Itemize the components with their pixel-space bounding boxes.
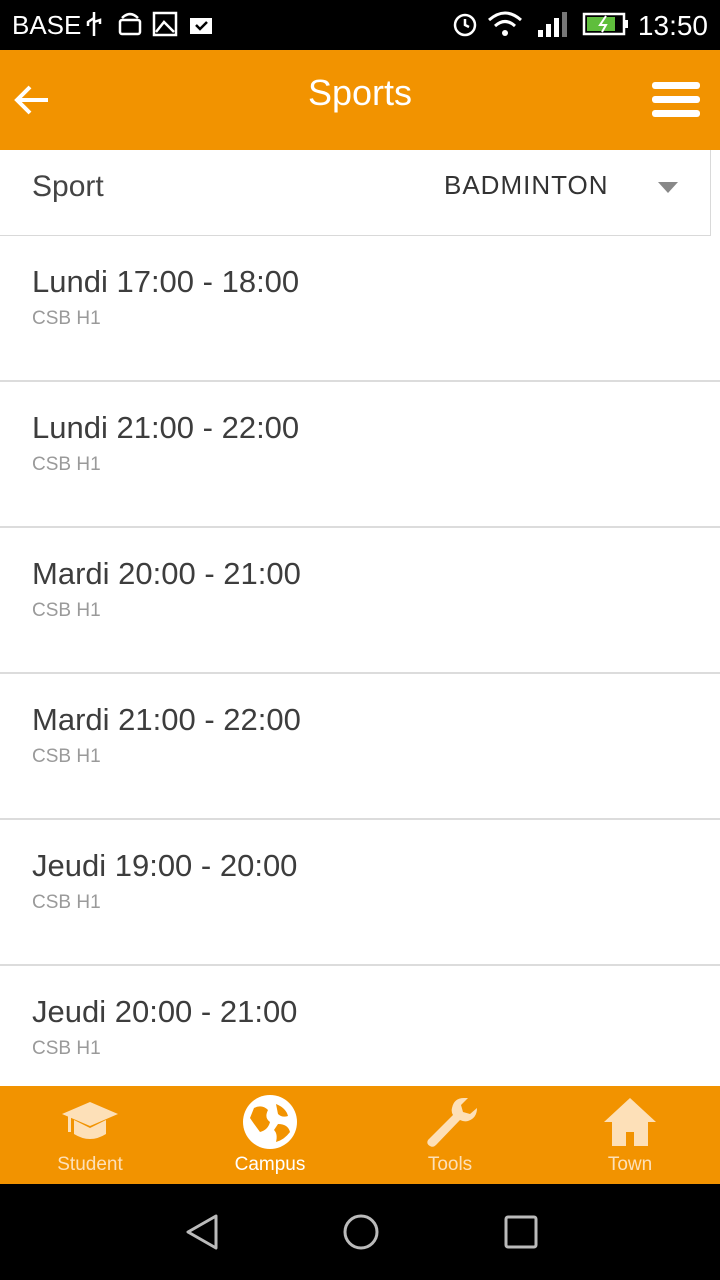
usb-icon xyxy=(86,12,102,36)
dropdown-caret-icon[interactable] xyxy=(658,182,678,194)
briefcase-check-icon xyxy=(190,18,212,34)
nav-label-tools: Tools xyxy=(427,1154,473,1175)
list-item[interactable]: Mardi 21:00 - 22:00 CSB H1 xyxy=(0,674,720,820)
app-bar: Sports xyxy=(0,50,720,150)
system-recents-icon[interactable] xyxy=(501,1212,541,1252)
nav-item-campus[interactable]: Campus xyxy=(180,1086,360,1184)
graduation-cap-icon xyxy=(62,1102,118,1139)
system-nav-bar xyxy=(0,1184,720,1280)
globe-icon xyxy=(243,1095,297,1149)
session-place: CSB H1 xyxy=(32,892,101,913)
bottom-nav: Student Campus Tools Town xyxy=(0,1086,720,1184)
image-icon xyxy=(152,11,178,37)
session-time: Lundi 17:00 - 18:00 xyxy=(32,264,300,299)
session-time: Jeudi 19:00 - 20:00 xyxy=(32,848,298,883)
home-icon xyxy=(604,1098,656,1146)
session-place: CSB H1 xyxy=(32,600,101,621)
signal-icon xyxy=(538,12,567,37)
alarm-icon xyxy=(453,13,477,37)
session-time: Mardi 20:00 - 21:00 xyxy=(32,556,301,591)
sport-dropdown-value[interactable]: BADMINTON xyxy=(444,170,609,201)
session-list: Lundi 17:00 - 18:00 CSB H1 Lundi 21:00 -… xyxy=(0,236,720,1112)
nav-item-student[interactable]: Student xyxy=(0,1086,180,1184)
battery-charging-icon xyxy=(582,12,628,36)
session-place: CSB H1 xyxy=(32,746,101,767)
hamburger-menu-icon[interactable] xyxy=(652,80,700,120)
list-item[interactable]: Lundi 17:00 - 18:00 CSB H1 xyxy=(0,236,720,382)
carrier-name: BASE xyxy=(12,10,82,40)
wifi-icon xyxy=(488,11,522,36)
session-place: CSB H1 xyxy=(32,1038,101,1059)
list-item[interactable]: Jeudi 19:00 - 20:00 CSB H1 xyxy=(0,820,720,966)
session-time: Jeudi 20:00 - 21:00 xyxy=(32,994,298,1029)
wrench-icon xyxy=(427,1098,477,1147)
sport-selector[interactable]: Sport BADMINTON xyxy=(0,150,711,236)
list-item[interactable]: Lundi 21:00 - 22:00 CSB H1 xyxy=(0,382,720,528)
session-place: CSB H1 xyxy=(32,454,101,475)
system-back-icon[interactable] xyxy=(182,1212,222,1252)
nav-item-tools[interactable]: Tools xyxy=(360,1086,540,1184)
nav-label-town: Town xyxy=(607,1154,653,1175)
nav-item-town[interactable]: Town xyxy=(540,1086,720,1184)
session-time: Lundi 21:00 - 22:00 xyxy=(32,410,300,445)
nav-label-student: Student xyxy=(57,1154,123,1175)
clock: 13:50 xyxy=(637,10,708,41)
system-home-icon[interactable] xyxy=(341,1212,381,1252)
nav-label-campus: Campus xyxy=(234,1154,306,1175)
status-bar: BASE 13:50 xyxy=(0,0,720,50)
session-time: Mardi 21:00 - 22:00 xyxy=(32,702,301,737)
page-title: Sports xyxy=(307,72,413,113)
android-debug-icon xyxy=(118,12,142,36)
list-item[interactable]: Mardi 20:00 - 21:00 CSB H1 xyxy=(0,528,720,674)
session-place: CSB H1 xyxy=(32,308,101,329)
sport-label: Sport xyxy=(32,170,104,203)
